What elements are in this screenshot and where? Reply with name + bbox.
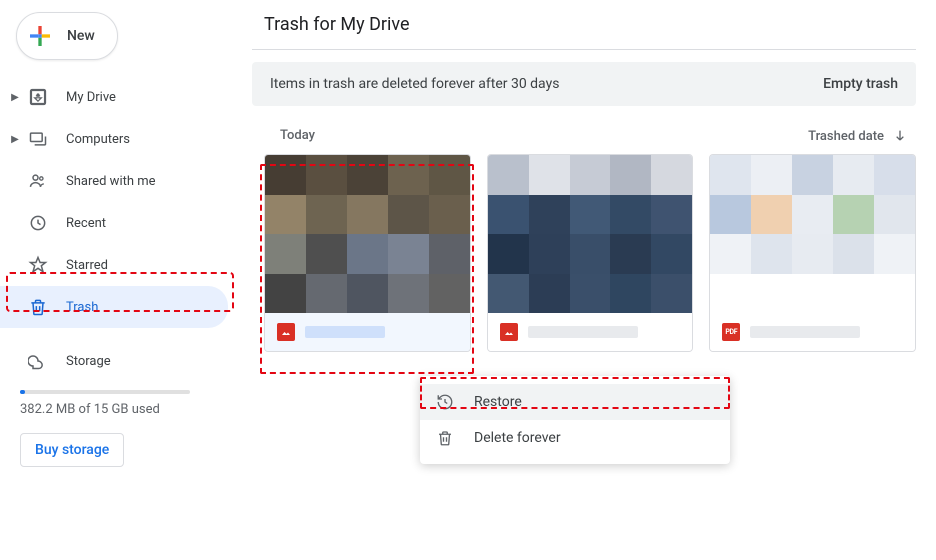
- chevron-right-icon[interactable]: ▶: [8, 134, 22, 145]
- sort-label-text: Trashed date: [808, 129, 884, 144]
- menu-label: Delete forever: [474, 430, 561, 446]
- shared-icon: [26, 169, 50, 193]
- page-title: Trash for My Drive: [252, 0, 916, 49]
- sort-button[interactable]: Trashed date: [808, 128, 908, 144]
- plus-icon: [25, 21, 55, 51]
- sidebar-item-computers[interactable]: ▶ Computers: [0, 118, 228, 160]
- file-card[interactable]: [487, 154, 694, 352]
- sidebar-item-label: Storage: [66, 354, 111, 369]
- sidebar-item-trash[interactable]: Trash: [0, 286, 228, 328]
- storage-text: 382.2 MB of 15 GB used: [20, 402, 220, 417]
- arrow-down-icon: [892, 128, 908, 144]
- computers-icon: [26, 127, 50, 151]
- sidebar-item-my-drive[interactable]: ▶ My Drive: [0, 76, 228, 118]
- starred-icon: [26, 253, 50, 277]
- group-label: Today: [280, 128, 315, 144]
- chevron-right-icon[interactable]: ▶: [8, 92, 22, 103]
- new-button-label: New: [67, 28, 95, 44]
- sidebar-item-storage[interactable]: Storage: [0, 340, 228, 382]
- sidebar-item-recent[interactable]: Recent: [0, 202, 228, 244]
- buy-storage-button[interactable]: Buy storage: [20, 433, 124, 467]
- file-thumbnail: [710, 155, 915, 313]
- file-card[interactable]: [264, 154, 471, 352]
- file-name-placeholder: [528, 326, 638, 338]
- delete-forever-icon: [436, 428, 456, 448]
- banner-text: Items in trash are deleted forever after…: [270, 76, 559, 92]
- pdf-icon: PDF: [722, 323, 740, 341]
- file-card[interactable]: PDF: [709, 154, 916, 352]
- sidebar-item-starred[interactable]: Starred: [0, 244, 228, 286]
- file-thumbnail: [488, 155, 693, 313]
- trash-banner: Items in trash are deleted forever after…: [252, 62, 916, 106]
- my-drive-icon: [26, 85, 50, 109]
- menu-label: Restore: [474, 394, 522, 410]
- image-icon: [277, 323, 295, 341]
- file-name-placeholder: [750, 326, 860, 338]
- menu-item-delete-forever[interactable]: Delete forever: [420, 420, 730, 456]
- sidebar-item-label: Shared with me: [66, 174, 156, 189]
- storage-icon: [26, 349, 50, 373]
- new-button[interactable]: New: [16, 12, 118, 60]
- menu-item-restore[interactable]: Restore: [420, 384, 730, 420]
- restore-icon: [436, 392, 456, 412]
- image-icon: [500, 323, 518, 341]
- context-menu: Restore Delete forever: [420, 376, 730, 464]
- sidebar-item-label: My Drive: [66, 90, 116, 105]
- sidebar-item-label: Recent: [66, 216, 106, 231]
- sidebar-item-label: Starred: [66, 258, 108, 273]
- sidebar-item-label: Trash: [66, 300, 98, 315]
- sidebar-item-shared[interactable]: Shared with me: [0, 160, 228, 202]
- empty-trash-button[interactable]: Empty trash: [823, 76, 898, 92]
- file-name-placeholder: [305, 326, 385, 338]
- file-thumbnail: [265, 155, 470, 313]
- trash-icon: [26, 295, 50, 319]
- sidebar-item-label: Computers: [66, 132, 130, 147]
- storage-bar: [20, 390, 190, 394]
- recent-icon: [26, 211, 50, 235]
